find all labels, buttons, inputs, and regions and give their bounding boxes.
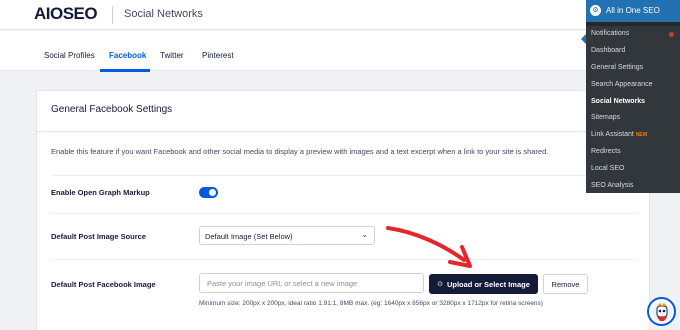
open-graph-toggle[interactable] bbox=[199, 187, 218, 198]
submenu-label: Redirects bbox=[591, 148, 621, 156]
submenu-local-seo[interactable]: Local SEO bbox=[586, 161, 680, 178]
submenu-label: Dashboard bbox=[591, 46, 626, 54]
submenu-general-settings[interactable]: General Settings bbox=[586, 60, 680, 77]
upload-button-label: Upload or Select Image bbox=[446, 279, 530, 289]
submenu-label: Sitemaps bbox=[591, 114, 621, 122]
admin-submenu-list: Notifications Dashboard General Settings… bbox=[581, 26, 680, 195]
aioseo-logo[interactable]: AIOSEO bbox=[34, 4, 98, 24]
submenu-label: Link Assistant bbox=[591, 131, 634, 139]
card-divider bbox=[37, 131, 649, 132]
card-description: Enable this feature if you want Facebook… bbox=[51, 147, 549, 156]
admin-menu-title: All in One SEO bbox=[606, 6, 660, 15]
image-source-label: Default Post Image Source bbox=[51, 232, 147, 241]
chevron-down-icon: ⌄ bbox=[361, 230, 368, 239]
active-tab-indicator bbox=[100, 69, 150, 72]
help-mascot-icon[interactable] bbox=[647, 297, 676, 326]
image-source-select[interactable]: Default Image (Set Below) ⌄ bbox=[199, 226, 375, 245]
submenu-notifications[interactable]: Notifications bbox=[586, 26, 680, 43]
page-title: Social Networks bbox=[124, 8, 203, 20]
upload-image-button[interactable]: ⊙ Upload or Select Image bbox=[429, 274, 538, 294]
top-header: AIOSEO Social Networks bbox=[0, 0, 680, 30]
tab-twitter[interactable]: Twitter bbox=[160, 51, 184, 60]
submenu-label: SEO Analysis bbox=[591, 182, 634, 190]
card-title: General Facebook Settings bbox=[51, 104, 173, 115]
upload-icon: ⊙ bbox=[437, 281, 443, 288]
post-image-label: Default Post Facebook Image bbox=[51, 280, 156, 289]
image-source-value: Default Image (Set Below) bbox=[205, 232, 293, 241]
tab-facebook[interactable]: Facebook bbox=[109, 51, 146, 60]
submenu-seo-analysis[interactable]: SEO Analysis bbox=[586, 178, 680, 195]
mascot-icon bbox=[652, 302, 672, 322]
header-divider bbox=[112, 6, 113, 24]
admin-menu-header[interactable]: ⚙ All in One SEO bbox=[586, 0, 680, 22]
open-graph-label: Enable Open Graph Markup bbox=[51, 188, 150, 197]
aioseo-icon: ⚙ bbox=[590, 5, 601, 16]
new-badge: NEW bbox=[635, 132, 648, 139]
row-divider bbox=[51, 259, 637, 260]
submenu-redirects[interactable]: Redirects bbox=[586, 144, 680, 161]
row-divider bbox=[51, 175, 637, 176]
submenu-dashboard[interactable]: Dashboard bbox=[586, 43, 680, 60]
submenu-label: Local SEO bbox=[591, 165, 625, 173]
tab-social-profiles[interactable]: Social Profiles bbox=[44, 51, 95, 60]
submenu-label: Search Appearance bbox=[591, 80, 653, 88]
row-divider bbox=[51, 213, 637, 214]
submenu-label: Social Networks bbox=[591, 97, 646, 105]
submenu-label: General Settings bbox=[591, 63, 644, 71]
image-url-input[interactable] bbox=[199, 273, 424, 293]
submenu-search-appearance[interactable]: Search Appearance bbox=[586, 77, 680, 94]
settings-tabs: Social Profiles Facebook Twitter Pintere… bbox=[0, 31, 680, 72]
notification-dot bbox=[669, 32, 674, 37]
submenu-social-networks[interactable]: Social Networks bbox=[586, 94, 680, 111]
tab-pinterest[interactable]: Pinterest bbox=[202, 51, 234, 60]
remove-image-button[interactable]: Remove bbox=[543, 274, 588, 294]
submenu-sitemaps[interactable]: Sitemaps bbox=[586, 110, 680, 127]
toggle-knob bbox=[209, 189, 216, 196]
image-size-hint: Minimum size: 200px x 200px, ideal ratio… bbox=[199, 300, 543, 307]
facebook-settings-card: General Facebook Settings Enable this fe… bbox=[36, 90, 650, 330]
submenu-label: Notifications bbox=[591, 30, 630, 37]
submenu-link-assistant[interactable]: Link Assistant NEW bbox=[586, 127, 680, 144]
admin-submenu: ⚙ All in One SEO Notifications Dashboard… bbox=[581, 0, 680, 195]
